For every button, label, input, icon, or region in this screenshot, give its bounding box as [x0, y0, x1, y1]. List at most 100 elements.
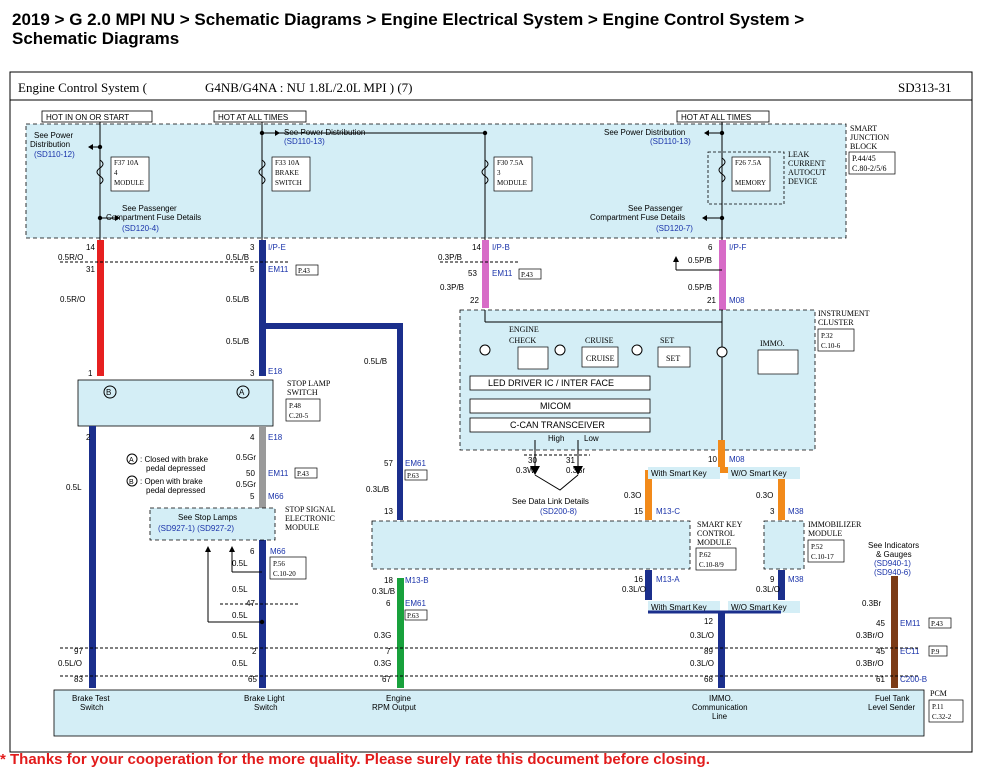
svg-text:Distribution: Distribution [30, 140, 70, 149]
svg-text:0.5L: 0.5L [232, 659, 248, 668]
svg-text:(SD200-8): (SD200-8) [540, 507, 577, 516]
supply-hot-all-1: HOT AT ALL TIMES [218, 113, 288, 122]
svg-text:E18: E18 [268, 367, 283, 376]
svg-text:B: B [106, 388, 111, 397]
svg-text:Switch: Switch [254, 703, 278, 712]
svg-text:SMART KEY: SMART KEY [697, 520, 743, 529]
svg-text:(SD120-4): (SD120-4) [122, 224, 159, 233]
svg-text:C.10-17: C.10-17 [811, 553, 834, 561]
svg-text:P.56: P.56 [273, 560, 285, 568]
svg-text:I/P-F: I/P-F [729, 243, 746, 252]
svg-text:0.3L/O: 0.3L/O [622, 585, 646, 594]
svg-text:MODULE: MODULE [114, 179, 144, 187]
svg-text:0.3L/O: 0.3L/O [690, 659, 714, 668]
svg-text:MODULE: MODULE [285, 523, 319, 532]
svg-text:F33 10A: F33 10A [275, 159, 300, 167]
svg-text:0.3Br: 0.3Br [566, 466, 585, 475]
svg-text:0.3Br/O: 0.3Br/O [856, 631, 884, 640]
svg-text:M66: M66 [270, 547, 286, 556]
svg-text:0.5L: 0.5L [232, 631, 248, 640]
svg-text:ELECTRONIC: ELECTRONIC [285, 514, 335, 523]
svg-text:B: B [129, 479, 134, 486]
svg-text:(SD940-1): (SD940-1) [874, 559, 911, 568]
svg-text:45: 45 [876, 619, 885, 628]
svg-text:0.3G: 0.3G [374, 659, 391, 668]
svg-text:15: 15 [634, 507, 643, 516]
svg-text:0.5R/O: 0.5R/O [60, 295, 85, 304]
svg-text:AUTOCUT: AUTOCUT [788, 168, 826, 177]
svg-text:Engine: Engine [386, 694, 411, 703]
svg-text:BRAKE: BRAKE [275, 169, 299, 177]
svg-text:EM11: EM11 [268, 265, 289, 274]
svg-text:P.32: P.32 [821, 332, 833, 340]
svg-text:P.43: P.43 [931, 620, 943, 628]
svg-text:0.3P/B: 0.3P/B [438, 253, 462, 262]
svg-text:Brake Test: Brake Test [72, 694, 110, 703]
svg-text:SET: SET [666, 354, 680, 363]
svg-text:MODULE: MODULE [697, 538, 731, 547]
svg-text:P.63: P.63 [407, 472, 419, 480]
svg-text:SWITCH: SWITCH [275, 179, 302, 187]
supply-hot-start: HOT IN ON OR START [46, 113, 129, 122]
svg-text:M08: M08 [729, 296, 745, 305]
svg-text:0.5L/B: 0.5L/B [364, 357, 387, 366]
svg-text:MEMORY: MEMORY [735, 179, 766, 187]
svg-text:CRUISE: CRUISE [585, 336, 614, 345]
svg-text:See Passenger: See Passenger [122, 204, 177, 213]
wire-brown [891, 576, 898, 688]
svg-text:A: A [129, 457, 134, 464]
svg-text:6: 6 [386, 599, 391, 608]
svg-text:53: 53 [468, 269, 477, 278]
svg-text:EM11: EM11 [492, 269, 513, 278]
svg-text:Line: Line [712, 712, 728, 721]
svg-text:18: 18 [384, 576, 393, 585]
svg-text:P.9: P.9 [931, 648, 940, 656]
svg-text:P.44/45: P.44/45 [852, 154, 876, 163]
svg-text:P.52: P.52 [811, 543, 823, 551]
wire-orange-1 [718, 440, 725, 468]
svg-text:0.5L: 0.5L [232, 559, 248, 568]
svg-text:0.3W: 0.3W [516, 466, 535, 475]
svg-text:0.3L/O: 0.3L/O [690, 631, 714, 640]
svg-text:1: 1 [88, 369, 93, 378]
svg-text:I/P-B: I/P-B [492, 243, 510, 252]
svg-text:Switch: Switch [80, 703, 104, 712]
svg-text:5: 5 [250, 492, 255, 501]
svg-text:0.5Gr: 0.5Gr [236, 480, 256, 489]
svg-text:C.32-2: C.32-2 [932, 713, 952, 721]
svg-text:C.10-8/9: C.10-8/9 [699, 561, 724, 569]
svg-text:EM11: EM11 [900, 619, 921, 628]
svg-text:See Stop Lamps: See Stop Lamps [178, 513, 237, 522]
svg-text:89: 89 [704, 647, 713, 656]
micom-label: MICOM [540, 401, 571, 411]
svg-text:See Power Distribution: See Power Distribution [604, 128, 685, 137]
svg-text:RPM Output: RPM Output [372, 703, 417, 712]
svg-text:SET: SET [660, 336, 674, 345]
svg-text:P.43: P.43 [298, 267, 310, 275]
wire-green [397, 578, 404, 688]
svg-text:MODULE: MODULE [497, 179, 527, 187]
svg-text:(SD110-13): (SD110-13) [650, 137, 691, 146]
svg-text:High: High [548, 434, 564, 443]
svg-text:13: 13 [384, 507, 393, 516]
svg-text:EM61: EM61 [405, 599, 426, 608]
svg-text:M13-B: M13-B [405, 576, 429, 585]
sheet-code: SD313-31 [898, 80, 951, 95]
svg-text:M08: M08 [729, 455, 745, 464]
svg-text:W/O Smart Key: W/O Smart Key [731, 469, 787, 478]
svg-text:Compartment Fuse Details: Compartment Fuse Details [590, 213, 685, 222]
svg-text:F37 10A: F37 10A [114, 159, 139, 167]
svg-text:INSTRUMENT: INSTRUMENT [818, 309, 870, 318]
svg-text:PCM: PCM [930, 689, 947, 698]
svg-text:12: 12 [704, 617, 713, 626]
svg-text:M38: M38 [788, 575, 804, 584]
svg-text:IMMOBILIZER: IMMOBILIZER [808, 520, 862, 529]
svg-text:0.3L/B: 0.3L/B [366, 485, 389, 494]
immobilizer-box [763, 520, 805, 570]
svg-text:I/P-E: I/P-E [268, 243, 286, 252]
svg-text:3: 3 [497, 169, 501, 177]
svg-text:F26 7.5A: F26 7.5A [735, 159, 761, 167]
svg-text:See Data Link Details: See Data Link Details [512, 497, 589, 506]
schematic-diagram: Engine Control System ( G4NB/G4NA : NU 1… [9, 71, 973, 753]
svg-text:2: 2 [252, 647, 257, 656]
